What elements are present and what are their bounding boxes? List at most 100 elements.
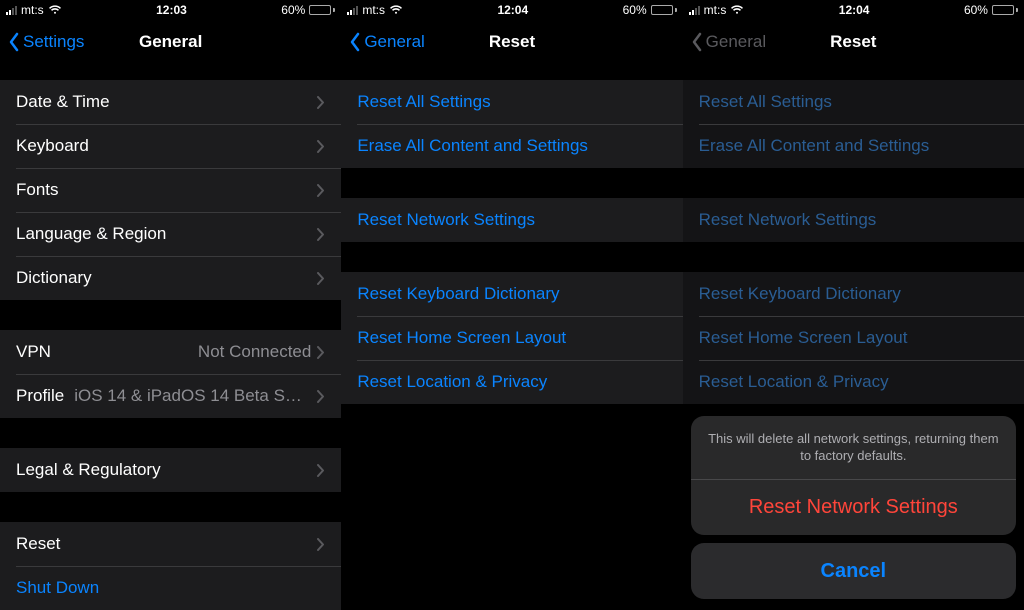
- back-label: Settings: [23, 32, 84, 52]
- row-reset-keyboard-dict[interactable]: Reset Keyboard Dictionary: [341, 272, 682, 316]
- group-3: Reset Keyboard Dictionary Reset Home Scr…: [683, 272, 1024, 404]
- row-label: Profile: [16, 386, 64, 406]
- row-language-region[interactable]: Language & Region: [0, 212, 341, 256]
- group-1: Reset All Settings Erase All Content and…: [341, 80, 682, 168]
- row-keyboard[interactable]: Keyboard: [0, 124, 341, 168]
- row-vpn[interactable]: VPN Not Connected: [0, 330, 341, 374]
- row-label: Reset Location & Privacy: [357, 372, 666, 392]
- row-value: iOS 14 & iPadOS 14 Beta Softwar…: [74, 386, 311, 406]
- row-label: Reset Network Settings: [699, 210, 1008, 230]
- row-label: Reset Home Screen Layout: [357, 328, 666, 348]
- chevron-back-icon: [691, 32, 703, 52]
- row-reset-all-settings[interactable]: Reset All Settings: [683, 80, 1024, 124]
- screen-general: mt:s 12:03 60% Settings General Date & T…: [0, 0, 341, 607]
- group-4: Reset Shut Down: [0, 522, 341, 610]
- wifi-icon: [48, 5, 62, 15]
- chevron-right-icon: [317, 346, 325, 359]
- nav-bar: General Reset: [683, 20, 1024, 64]
- row-profile[interactable]: Profile iOS 14 & iPadOS 14 Beta Softwar…: [0, 374, 341, 418]
- row-label: Keyboard: [16, 136, 317, 156]
- chevron-back-icon: [349, 32, 361, 52]
- row-label: Shut Down: [16, 578, 325, 598]
- row-label: Reset All Settings: [699, 92, 1008, 112]
- nav-bar: Settings General: [0, 20, 341, 64]
- row-date-time[interactable]: Date & Time: [0, 80, 341, 124]
- row-reset-home-layout[interactable]: Reset Home Screen Layout: [683, 316, 1024, 360]
- row-dictionary[interactable]: Dictionary: [0, 256, 341, 300]
- back-label: General: [364, 32, 424, 52]
- row-label: Reset Network Settings: [357, 210, 666, 230]
- row-label: Reset Keyboard Dictionary: [699, 284, 1008, 304]
- chevron-right-icon: [317, 272, 325, 285]
- screen-reset: mt:s 12:04 60% General Reset Reset All S…: [341, 0, 682, 607]
- row-label: Reset All Settings: [357, 92, 666, 112]
- row-label: Reset Keyboard Dictionary: [357, 284, 666, 304]
- row-reset-network[interactable]: Reset Network Settings: [341, 198, 682, 242]
- carrier-label: mt:s: [704, 3, 727, 17]
- row-reset-home-layout[interactable]: Reset Home Screen Layout: [341, 316, 682, 360]
- row-label: Reset: [16, 534, 317, 554]
- back-button[interactable]: General: [349, 32, 424, 52]
- button-label: Cancel: [821, 560, 887, 583]
- back-button[interactable]: General: [691, 32, 766, 52]
- status-bar: mt:s 12:04 60%: [341, 0, 682, 20]
- group-3: Reset Keyboard Dictionary Reset Home Scr…: [341, 272, 682, 404]
- signal-bars-icon: [347, 5, 358, 15]
- screen-reset-confirm: mt:s 12:04 60% General Reset Reset All S…: [683, 0, 1024, 607]
- row-erase-all[interactable]: Erase All Content and Settings: [341, 124, 682, 168]
- row-reset-location-privacy[interactable]: Reset Location & Privacy: [683, 360, 1024, 404]
- button-label: Reset Network Settings: [749, 496, 958, 519]
- row-fonts[interactable]: Fonts: [0, 168, 341, 212]
- group-2: Reset Network Settings: [683, 198, 1024, 242]
- row-reset-location-privacy[interactable]: Reset Location & Privacy: [341, 360, 682, 404]
- row-reset-all-settings[interactable]: Reset All Settings: [341, 80, 682, 124]
- carrier-label: mt:s: [362, 3, 385, 17]
- battery-icon: [992, 5, 1018, 15]
- chevron-right-icon: [317, 538, 325, 551]
- row-erase-all[interactable]: Erase All Content and Settings: [683, 124, 1024, 168]
- row-label: Fonts: [16, 180, 317, 200]
- row-legal[interactable]: Legal & Regulatory: [0, 448, 341, 492]
- carrier-label: mt:s: [21, 3, 44, 17]
- action-sheet-message: This will delete all network settings, r…: [691, 416, 1016, 479]
- row-label: Erase All Content and Settings: [699, 136, 1008, 156]
- status-time: 12:04: [839, 3, 870, 17]
- group-2: Reset Network Settings: [341, 198, 682, 242]
- action-sheet-cancel-button[interactable]: Cancel: [691, 543, 1016, 599]
- battery-pct: 60%: [281, 3, 305, 17]
- row-reset[interactable]: Reset: [0, 522, 341, 566]
- action-sheet: This will delete all network settings, r…: [691, 416, 1016, 599]
- back-label: General: [706, 32, 766, 52]
- action-sheet-destructive-button[interactable]: Reset Network Settings: [691, 479, 1016, 535]
- row-label: Date & Time: [16, 92, 317, 112]
- chevron-right-icon: [317, 228, 325, 241]
- chevron-right-icon: [317, 96, 325, 109]
- battery-icon: [309, 5, 335, 15]
- battery-pct: 60%: [964, 3, 988, 17]
- status-bar: mt:s 12:04 60%: [683, 0, 1024, 20]
- row-label: VPN: [16, 342, 198, 362]
- chevron-right-icon: [317, 140, 325, 153]
- signal-bars-icon: [689, 5, 700, 15]
- action-sheet-group: This will delete all network settings, r…: [691, 416, 1016, 535]
- group-2: VPN Not Connected Profile iOS 14 & iPadO…: [0, 330, 341, 418]
- row-label: Reset Home Screen Layout: [699, 328, 1008, 348]
- row-label: Legal & Regulatory: [16, 460, 317, 480]
- row-reset-keyboard-dict[interactable]: Reset Keyboard Dictionary: [683, 272, 1024, 316]
- row-reset-network[interactable]: Reset Network Settings: [683, 198, 1024, 242]
- signal-bars-icon: [6, 5, 17, 15]
- row-label: Reset Location & Privacy: [699, 372, 1008, 392]
- wifi-icon: [389, 5, 403, 15]
- chevron-right-icon: [317, 184, 325, 197]
- back-button[interactable]: Settings: [8, 32, 84, 52]
- chevron-right-icon: [317, 390, 325, 403]
- row-label: Dictionary: [16, 268, 317, 288]
- nav-bar: General Reset: [341, 20, 682, 64]
- row-shutdown[interactable]: Shut Down: [0, 566, 341, 610]
- status-time: 12:03: [156, 3, 187, 17]
- row-label: Language & Region: [16, 224, 317, 244]
- group-1: Reset All Settings Erase All Content and…: [683, 80, 1024, 168]
- wifi-icon: [730, 5, 744, 15]
- battery-icon: [651, 5, 677, 15]
- battery-pct: 60%: [623, 3, 647, 17]
